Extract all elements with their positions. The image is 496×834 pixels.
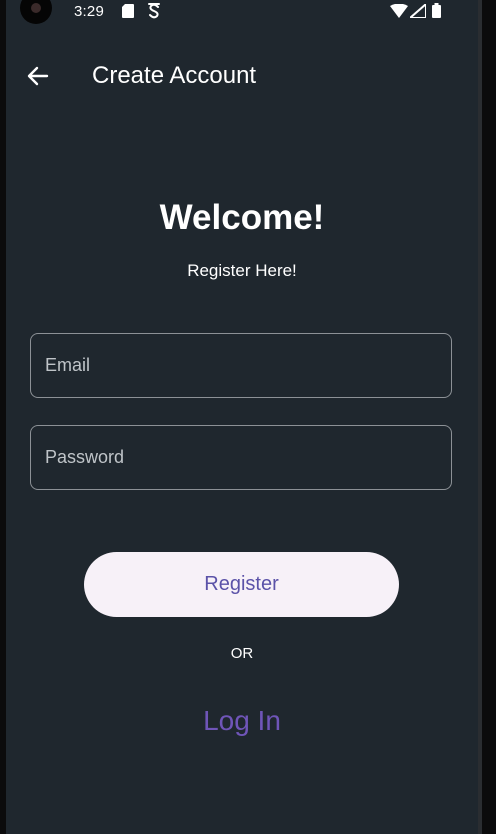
welcome-heading: Welcome! [159,198,325,237]
sd-card-icon [122,4,134,18]
email-field[interactable] [30,333,452,398]
device-frame: 3:29 Create Account Welcome! Register He… [0,0,496,834]
status-time: 3:29 [74,3,104,20]
register-button-label: Register [204,573,279,595]
battery-icon [432,3,441,18]
back-button[interactable] [22,60,54,92]
password-input[interactable] [31,426,451,489]
page-title: Create Account [92,62,257,89]
email-input[interactable] [31,334,451,397]
signal-icon [410,4,426,18]
wifi-icon [390,4,408,18]
app-screen: 3:29 Create Account Welcome! Register He… [6,0,478,834]
app-bar: Create Account [6,44,478,106]
arrow-back-icon [27,66,49,86]
register-button[interactable]: Register [84,552,399,617]
front-camera [20,0,52,24]
status-bar: 3:29 [6,0,478,26]
password-field[interactable] [30,425,452,490]
device-bezel [478,0,496,834]
login-link[interactable]: Log In [6,703,478,739]
s-notification-icon [148,3,160,19]
or-divider-label: OR [230,645,254,662]
register-subheading: Register Here! [187,261,297,280]
